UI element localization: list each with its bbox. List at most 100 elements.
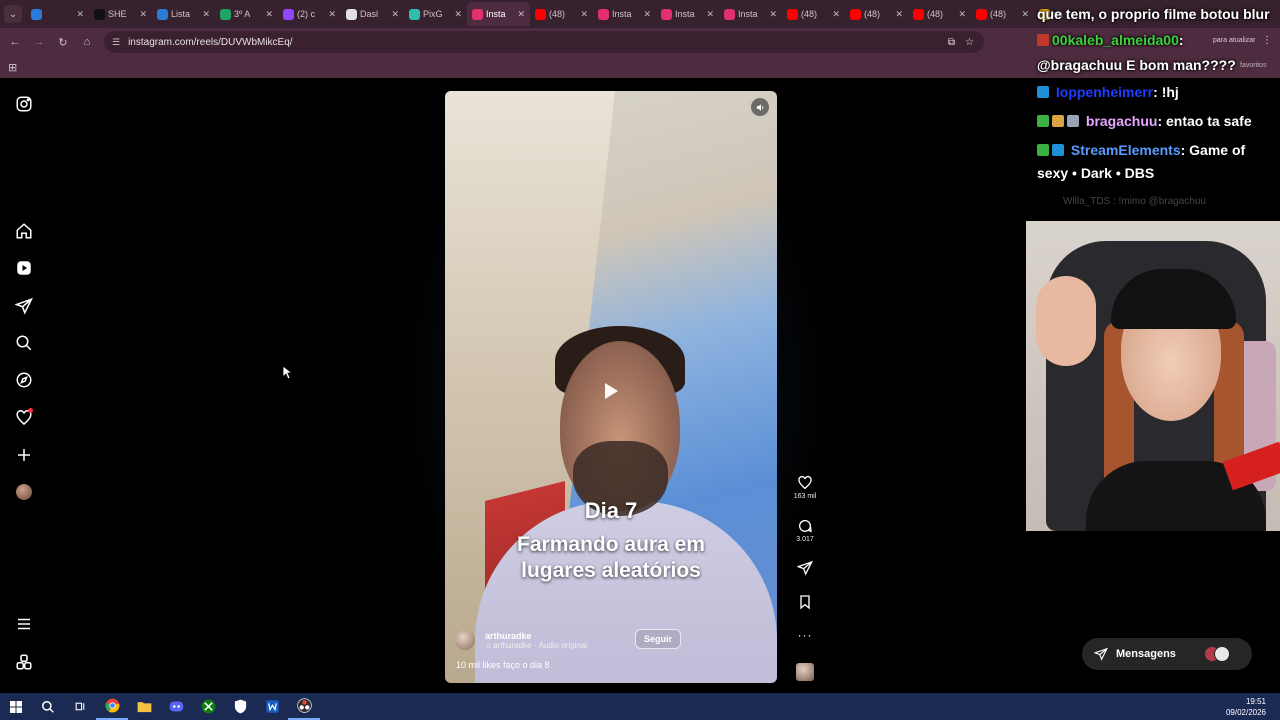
tab-close-icon[interactable]: ✕ xyxy=(643,9,651,20)
share-icon[interactable] xyxy=(797,560,813,576)
twitch-icon xyxy=(283,8,294,20)
back-button[interactable]: ← xyxy=(8,35,22,49)
comment-action[interactable]: 3.017 xyxy=(790,518,820,543)
chrome-icon[interactable] xyxy=(96,693,128,720)
browser-tab[interactable]: PixG ✕ xyxy=(404,2,467,26)
instagram-logo-icon[interactable] xyxy=(14,94,34,114)
tab-title: (48) xyxy=(801,9,818,19)
forward-button[interactable]: → xyxy=(32,35,46,49)
task-view-icon[interactable] xyxy=(64,693,96,720)
tab-close-icon[interactable]: ✕ xyxy=(202,9,210,20)
browser-tab[interactable]: (48) ✕ xyxy=(845,2,908,26)
reload-button[interactable]: ↻ xyxy=(56,35,70,49)
tab-close-icon[interactable]: ✕ xyxy=(1021,9,1029,20)
also-from-meta-icon[interactable] xyxy=(14,652,34,672)
share-action[interactable] xyxy=(790,560,820,576)
tab-search-chevron-icon[interactable]: ⌄ xyxy=(4,5,22,23)
discord-icon[interactable] xyxy=(160,693,192,720)
tab-close-icon[interactable]: ✕ xyxy=(265,9,273,20)
taskbar-search-icon[interactable] xyxy=(32,693,64,720)
browser-tab[interactable]: (48) ✕ xyxy=(908,2,971,26)
create-plus-icon[interactable] xyxy=(14,445,34,465)
tab-close-icon[interactable]: ✕ xyxy=(769,9,777,20)
home-icon[interactable] xyxy=(14,221,34,241)
play-icon[interactable] xyxy=(590,371,630,411)
system-clock[interactable]: 19:51 09/02/2026 xyxy=(1226,696,1266,718)
youtube-icon xyxy=(535,8,546,20)
tab-close-icon[interactable]: ✕ xyxy=(139,9,147,20)
browser-tab[interactable]: Lista ✕ xyxy=(152,2,215,26)
more-options-action[interactable]: ··· xyxy=(790,628,820,642)
browser-tab[interactable]: ✕ xyxy=(26,2,89,26)
browser-tab[interactable]: SHE ✕ xyxy=(89,2,152,26)
comment-icon[interactable] xyxy=(797,518,813,534)
install-app-icon[interactable]: ⧉ xyxy=(948,37,955,48)
home-button[interactable]: ⌂ xyxy=(80,35,94,49)
author-avatar[interactable] xyxy=(455,630,475,650)
audio-page-action[interactable] xyxy=(790,663,820,681)
browser-tab[interactable]: (2) c ✕ xyxy=(278,2,341,26)
reel-video[interactable]: Dia 7 Farmando aura em lugares aleatório… xyxy=(445,91,777,683)
tab-close-icon[interactable]: ✕ xyxy=(832,9,840,20)
obs-icon[interactable] xyxy=(288,693,320,720)
chat-badge-icon xyxy=(1037,144,1049,156)
tab-close-icon[interactable]: ✕ xyxy=(391,9,399,20)
tab-close-icon[interactable]: ✕ xyxy=(580,9,588,20)
bookmark-icon[interactable] xyxy=(797,594,813,610)
instagram-icon xyxy=(472,8,483,20)
browser-tab[interactable]: 3º A ✕ xyxy=(215,2,278,26)
save-action[interactable] xyxy=(790,594,820,610)
reel-description[interactable]: 10 mil likes faço o dia 8 xyxy=(456,660,550,670)
pix-icon xyxy=(409,8,420,20)
direct-messages-icon[interactable] xyxy=(14,296,34,316)
favorites-label: favoritos xyxy=(1240,62,1267,69)
file-explorer-icon[interactable] xyxy=(128,693,160,720)
notifications-heart-icon[interactable] xyxy=(14,408,34,428)
audio-attribution[interactable]: ♫ arthuradke · Áudio original xyxy=(485,641,587,650)
browser-tab[interactable]: (48) ✕ xyxy=(782,2,845,26)
browser-tab[interactable]: Insta ✕ xyxy=(656,2,719,26)
author-username[interactable]: arthuradke xyxy=(485,631,587,641)
browser-tab[interactable]: Insta ✕ xyxy=(593,2,656,26)
browser-tab[interactable]: Insta ✕ xyxy=(719,2,782,26)
reel-caption-line-3: lugares aleatórios xyxy=(521,559,701,582)
xbox-icon[interactable] xyxy=(192,693,224,720)
explore-compass-icon[interactable] xyxy=(14,370,34,390)
apps-grid-icon[interactable]: ⊞ xyxy=(8,61,17,74)
tab-close-icon[interactable]: ✕ xyxy=(958,9,966,20)
reels-icon[interactable] xyxy=(14,258,34,278)
word-icon[interactable] xyxy=(256,693,288,720)
cloud-icon xyxy=(157,8,168,20)
site-info-icon[interactable]: ☰ xyxy=(112,37,120,48)
reel-author-row: arthuradke ♫ arthuradke · Áudio original… xyxy=(455,627,767,653)
tab-close-icon[interactable]: ✕ xyxy=(328,9,336,20)
more-dots-icon[interactable]: ··· xyxy=(798,628,813,642)
browser-tab[interactable]: (48) ✕ xyxy=(530,2,593,26)
youtube-icon xyxy=(913,8,924,20)
chat-message: : entao ta safe xyxy=(1157,113,1252,129)
chat-username: 00kaleb_almeida00 xyxy=(1052,32,1179,48)
browser-tab[interactable]: Insta ✕ xyxy=(467,2,530,26)
tab-close-icon[interactable]: ✕ xyxy=(76,9,84,20)
tab-close-icon[interactable]: ✕ xyxy=(706,9,714,20)
security-shield-icon[interactable] xyxy=(224,693,256,720)
messages-button[interactable]: Mensagens xyxy=(1082,638,1252,670)
bookmark-star-icon[interactable]: ☆ xyxy=(965,37,974,48)
more-menu-icon[interactable] xyxy=(14,614,34,634)
address-bar[interactable]: ☰ instagram.com/reels/DUVWbMikcEq/ ⧉ ☆ xyxy=(104,31,984,53)
browser-tab[interactable]: Dasl ✕ xyxy=(341,2,404,26)
browser-tab[interactable]: (48) ✕ xyxy=(971,2,1034,26)
like-heart-icon[interactable] xyxy=(797,475,813,491)
audio-thumbnail[interactable] xyxy=(796,663,814,681)
tab-close-icon[interactable]: ✕ xyxy=(517,9,525,20)
browser-menu-icon[interactable]: ⋮ xyxy=(1262,35,1272,46)
like-action[interactable]: 163 mil xyxy=(790,475,820,500)
chat-line: Ioppenheimerr: !hj xyxy=(1037,84,1179,100)
search-icon[interactable] xyxy=(14,333,34,353)
tab-close-icon[interactable]: ✕ xyxy=(895,9,903,20)
tab-close-icon[interactable]: ✕ xyxy=(454,9,462,20)
profile-avatar[interactable] xyxy=(14,482,34,502)
mute-toggle-icon[interactable] xyxy=(751,98,769,116)
start-windows-icon[interactable] xyxy=(0,693,32,720)
follow-button[interactable]: Seguir xyxy=(635,629,682,649)
